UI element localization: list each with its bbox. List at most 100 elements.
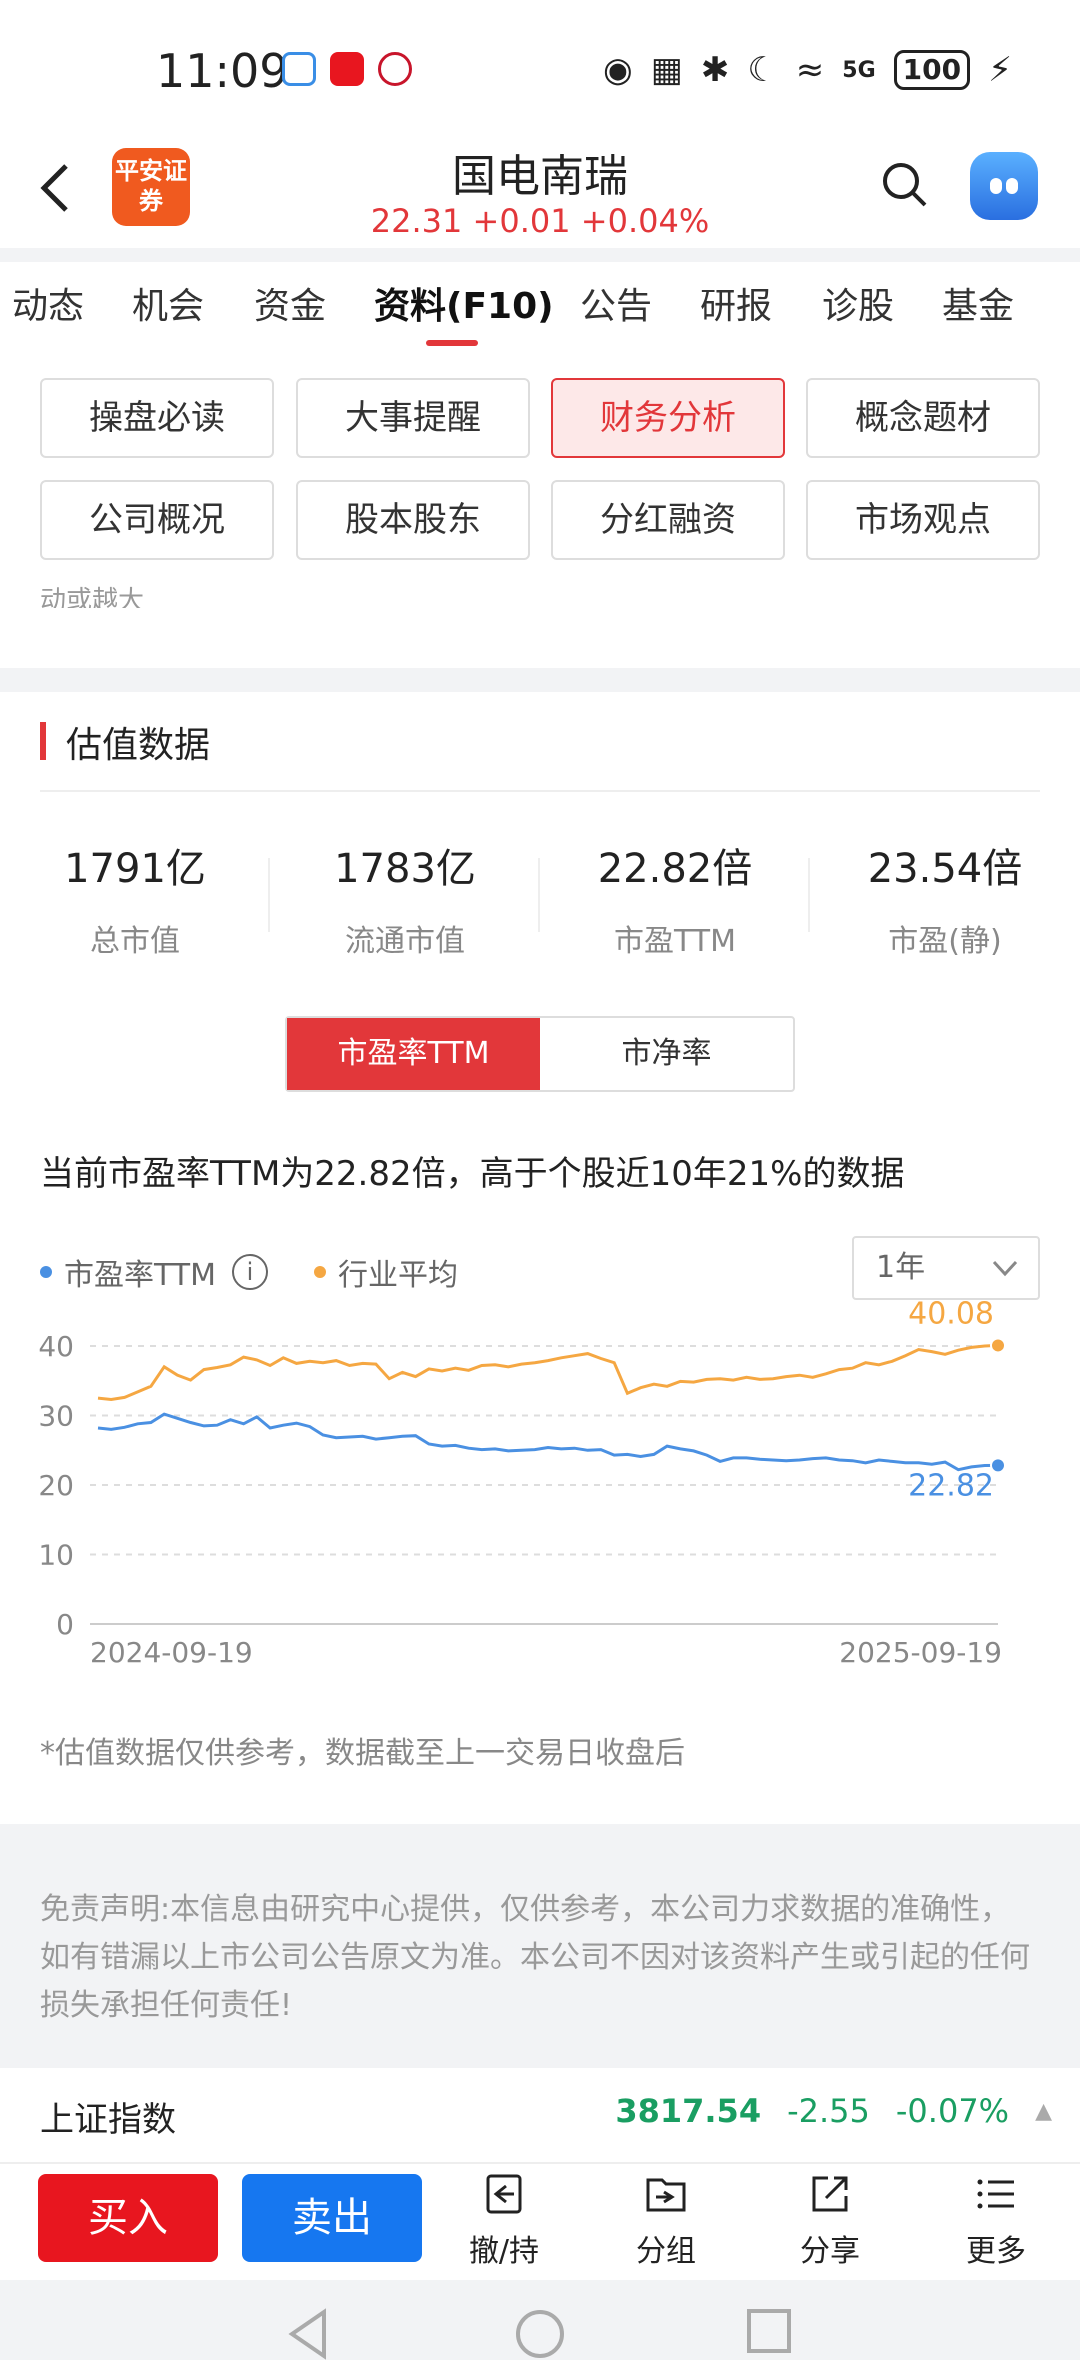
battery-icon: 100	[893, 50, 971, 90]
metric-pe-ttm: 22.82倍 市盈TTM	[540, 836, 810, 960]
tab-dongtai[interactable]: 动态	[12, 270, 84, 344]
legend-dot-industry	[314, 1266, 327, 1278]
chart-legend: 市盈率TTM i 行业平均	[40, 1250, 458, 1294]
info-icon[interactable]: i	[232, 1254, 269, 1290]
tab-bar: 动态 机会 资金 资料(F10) 公告 研报 诊股 基金	[0, 270, 1080, 344]
grid-gainian-button[interactable]: 概念题材	[806, 378, 1040, 458]
data-label: 40.08	[908, 1296, 994, 1331]
trade-action-bar: 买入 卖出 撤/持 分组 分享 更多	[0, 2164, 1080, 2280]
index-values: 3817.54 -2.55 -0.07% ▲	[615, 2092, 1052, 2130]
series-end-point	[990, 1337, 1006, 1354]
ai-assistant-button[interactable]	[970, 152, 1038, 220]
wifi-icon: ≈	[795, 50, 825, 90]
charging-icon: ⚡	[988, 50, 1012, 90]
toggle-pe-ttm[interactable]: 市盈率TTM	[287, 1018, 540, 1090]
grid-shichang-button[interactable]: 市场观点	[806, 480, 1040, 560]
search-button[interactable]	[880, 160, 930, 210]
tab-zhengu[interactable]: 诊股	[822, 270, 894, 344]
series-line	[97, 1412, 999, 1472]
section-divider	[0, 668, 1080, 692]
legend-dot-pe	[40, 1266, 52, 1278]
grid-caopan-button[interactable]: 操盘必读	[40, 378, 274, 458]
metric-float-cap: 1783亿 流通市值	[270, 836, 540, 960]
grid-caiwu-button[interactable]: 财务分析	[551, 378, 785, 458]
metric-value: 1783亿	[334, 846, 476, 892]
metric-pe-static: 23.54倍 市盈(静)	[810, 836, 1080, 960]
group-label: 分组	[636, 2234, 696, 2269]
metric-value: 22.82倍	[597, 846, 753, 892]
share-label: 分享	[800, 2234, 860, 2269]
series-line	[97, 1343, 999, 1402]
share-button[interactable]: 分享	[770, 2172, 890, 2270]
bank-app-icon	[378, 52, 412, 86]
buy-button[interactable]: 买入	[38, 2174, 218, 2262]
toggle-pb[interactable]: 市净率	[540, 1018, 793, 1090]
x-tick-label: 2025-09-19	[839, 1636, 1002, 1669]
tab-yanbao[interactable]: 研报	[700, 270, 772, 344]
legend-pe-label: 市盈率TTM	[64, 1258, 217, 1293]
legend-industry-label: 行业平均	[338, 1258, 459, 1293]
header-divider	[0, 248, 1080, 262]
nfc-icon: ▦	[650, 50, 683, 90]
expand-up-icon[interactable]: ▲	[1035, 2099, 1052, 2124]
metric-market-cap: 1791亿 总市值	[0, 836, 270, 960]
tab-zijin[interactable]: 资金	[254, 270, 326, 344]
nav-recents-icon[interactable]	[746, 2308, 792, 2354]
tab-active-indicator	[426, 340, 478, 346]
status-app-icons	[282, 52, 412, 86]
cancel-order-icon	[486, 2174, 522, 2214]
grid-gongsi-button[interactable]: 公司概况	[40, 480, 274, 560]
data-label: 22.82	[908, 1468, 994, 1503]
y-tick-label: 0	[56, 1608, 74, 1641]
grid-dashi-button[interactable]: 大事提醒	[296, 378, 530, 458]
tab-jihui[interactable]: 机会	[132, 270, 204, 344]
y-tick-label: 10	[38, 1539, 74, 1572]
disclaimer-panel: 免责声明:本信息由研究中心提供，仅供参考，本公司力求数据的准确性，如有错漏以上市…	[0, 1824, 1080, 2068]
section-accent-bar	[40, 722, 46, 760]
metric-label: 流通市值	[345, 924, 465, 959]
pe-chart: 0 10 20 30 40 2024-09-19 2025-09-19 22.82 40.08	[38, 1296, 1006, 1669]
search-icon	[883, 163, 927, 207]
group-button[interactable]: 分组	[606, 2172, 726, 2270]
tab-jijin[interactable]: 基金	[942, 270, 1014, 344]
cancel-hold-label: 撤/持	[468, 2234, 540, 2269]
valuation-description: 当前市盈率TTM为22.82倍，高于个股近10年21%的数据	[40, 1154, 905, 1194]
clipped-text: 动或越大	[40, 586, 145, 608]
y-tick-label: 20	[38, 1469, 74, 1502]
stock-header: 平安证券 国电南瑞 22.31 +0.01 +0.04%	[0, 140, 1080, 250]
valuation-note: *估值数据仅供参考，数据截至上一交易日收盘后	[40, 1736, 685, 1771]
grid-fenhong-button[interactable]: 分红融资	[551, 480, 785, 560]
folder-icon	[646, 2178, 686, 2212]
index-ticker-bar[interactable]: 上证指数 3817.54 -2.55 -0.07% ▲	[0, 2068, 1080, 2164]
mute-bell-icon: ☾	[747, 50, 778, 90]
sell-button[interactable]: 卖出	[242, 2174, 422, 2262]
status-bar: 11:09 ◉ ▦ ✱ ☾ ≈ 5G 100 ⚡	[0, 0, 1080, 140]
chat-app-icon	[282, 52, 316, 86]
status-time: 11:09	[156, 44, 289, 98]
grid-guben-button[interactable]: 股本股东	[296, 480, 530, 560]
index-pct: -0.07%	[895, 2092, 1010, 2130]
system-nav-bar	[0, 2280, 1080, 2360]
menu-icon	[977, 2179, 1014, 2209]
index-change: -2.55	[787, 2092, 870, 2130]
metric-value: 1791亿	[64, 846, 206, 892]
nav-home-icon[interactable]	[514, 2308, 566, 2360]
more-label: 更多	[966, 2234, 1026, 2269]
y-tick-label: 30	[38, 1400, 74, 1433]
section-title: 估值数据	[66, 725, 211, 766]
section-rule	[40, 790, 1040, 792]
metric-value: 23.54倍	[867, 846, 1023, 892]
tab-gonggao[interactable]: 公告	[580, 270, 652, 344]
share-icon	[812, 2176, 848, 2212]
ratio-toggle: 市盈率TTM 市净率	[285, 1016, 795, 1092]
metric-label: 市盈TTM	[613, 924, 736, 959]
status-right: ◉ ▦ ✱ ☾ ≈ 5G 100 ⚡	[603, 50, 1012, 90]
more-button[interactable]: 更多	[936, 2172, 1056, 2270]
nav-back-icon[interactable]	[286, 2308, 330, 2360]
tab-f10[interactable]: 资料(F10)	[374, 270, 554, 344]
range-value: 1年	[876, 1250, 926, 1285]
bluetooth-icon: ✱	[700, 50, 730, 90]
cancel-hold-button[interactable]: 撤/持	[444, 2172, 564, 2270]
robot-eye-icon	[990, 178, 1002, 194]
disclaimer-text: 免责声明:本信息由研究中心提供，仅供参考，本公司力求数据的准确性，如有错漏以上市…	[40, 1892, 1030, 2023]
